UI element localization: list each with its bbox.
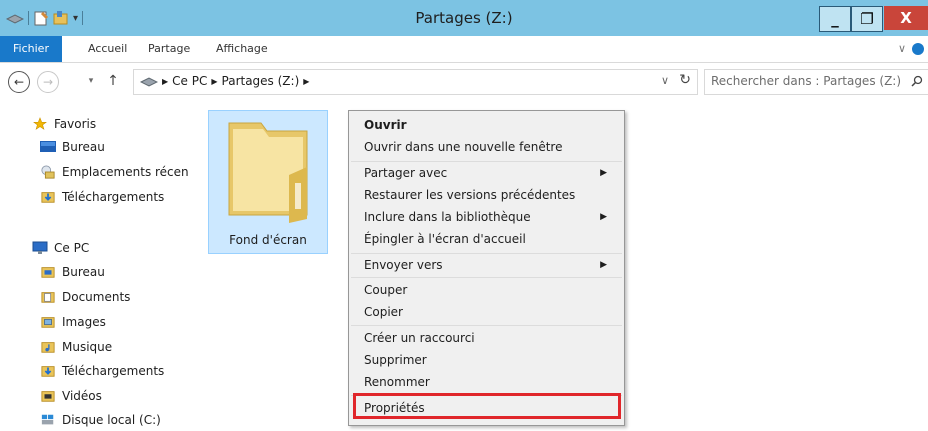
context-menu: Ouvrir Ouvrir dans une nouvelle fenêtre … xyxy=(348,110,625,426)
close-button[interactable]: X xyxy=(884,6,928,30)
menu-item-creer-raccourci[interactable]: Créer un raccourci xyxy=(364,327,475,349)
menu-item-restaurer-versions[interactable]: Restaurer les versions précédentes xyxy=(364,184,575,206)
nav-label: Emplacements récen xyxy=(62,165,189,179)
tab-accueil[interactable]: Accueil xyxy=(88,36,127,62)
breadcrumb-separator-icon[interactable]: ▶ xyxy=(211,77,217,86)
videos-folder-icon xyxy=(41,391,55,402)
nav-item-videos[interactable]: Vidéos xyxy=(40,385,102,407)
search-placeholder: Rechercher dans : Partages (Z:) xyxy=(711,74,902,88)
menu-item-label: Partager avec xyxy=(364,166,448,180)
folder-name: Fond d'écran xyxy=(229,233,307,247)
address-bar[interactable]: ▶ Ce PC ▶ Partages (Z:) ▶ ∨ ↻ xyxy=(133,69,698,95)
search-box[interactable]: Rechercher dans : Partages (Z:) xyxy=(704,69,928,95)
downloads-folder-icon xyxy=(41,366,55,377)
menu-item-epingler-accueil[interactable]: Épingler à l'écran d'accueil xyxy=(364,228,526,250)
tab-fichier[interactable]: Fichier xyxy=(0,36,62,62)
address-row: ← → ▾ ↑ ▶ Ce PC ▶ Partages (Z:) ▶ ∨ ↻ Re… xyxy=(0,63,928,101)
nav-label: Bureau xyxy=(62,265,105,279)
breadcrumb-separator-icon[interactable]: ▶ xyxy=(162,77,168,86)
nav-item-disque-local[interactable]: Disque local (C:) xyxy=(40,409,161,431)
search-icon[interactable] xyxy=(911,75,923,87)
ribbon: Fichier Accueil Partage Affichage ∨ xyxy=(0,36,928,63)
recent-locations-dropdown[interactable]: ▾ xyxy=(86,74,96,88)
menu-item-supprimer[interactable]: Supprimer xyxy=(364,349,427,371)
menu-item-label: Inclure dans la bibliothèque xyxy=(364,210,531,224)
menu-separator xyxy=(351,277,622,278)
nav-label: Ce PC xyxy=(54,241,90,255)
menu-item-renommer[interactable]: Renommer xyxy=(364,371,430,393)
nav-label: Disque local (C:) xyxy=(62,413,161,427)
breadcrumb-partages[interactable]: Partages (Z:) xyxy=(222,74,300,88)
nav-label: Musique xyxy=(62,340,113,354)
nav-item-ce-pc[interactable]: Ce PC xyxy=(32,237,89,259)
nav-item-bureau-pc[interactable]: Bureau xyxy=(40,261,105,283)
highlight-annotation xyxy=(353,393,621,419)
computer-icon xyxy=(32,241,48,254)
menu-item-couper[interactable]: Couper xyxy=(364,279,407,301)
nav-label: Documents xyxy=(62,290,131,304)
tab-affichage[interactable]: Affichage xyxy=(216,36,268,62)
nav-item-musique[interactable]: Musique xyxy=(40,336,112,358)
breadcrumb-ce-pc[interactable]: Ce PC xyxy=(172,74,207,88)
submenu-arrow-icon: ▶ xyxy=(600,168,607,178)
nav-item-emplacements-recents[interactable]: Emplacements récen xyxy=(40,161,189,183)
nav-label: Téléchargements xyxy=(62,190,165,204)
forward-arrow-icon: → xyxy=(42,75,54,89)
submenu-arrow-icon: ▶ xyxy=(600,212,607,222)
expand-ribbon-icon[interactable]: ∨ xyxy=(898,42,906,55)
menu-item-ouvrir-nouvelle-fenetre[interactable]: Ouvrir dans une nouvelle fenêtre xyxy=(364,136,562,158)
music-folder-icon xyxy=(41,342,55,353)
desktop-folder-icon xyxy=(41,267,55,278)
up-arrow-icon: ↑ xyxy=(107,73,119,89)
nav-label: Images xyxy=(62,315,106,329)
help-icon[interactable] xyxy=(912,42,924,55)
tab-partage[interactable]: Partage xyxy=(148,36,190,62)
address-dropdown-icon[interactable]: ∨ xyxy=(661,74,669,87)
forward-button[interactable]: → xyxy=(37,71,59,93)
up-button[interactable]: ↑ xyxy=(106,72,120,90)
navigation-pane: Favoris Bureau Emplacements récen Téléch… xyxy=(0,101,200,427)
recent-places-icon xyxy=(41,165,55,179)
windows-drive-icon xyxy=(41,414,54,425)
menu-item-envoyer-vers[interactable]: Envoyer vers ▶ xyxy=(364,254,619,276)
refresh-icon[interactable]: ↻ xyxy=(679,72,691,88)
nav-item-telechargements-pc[interactable]: Téléchargements xyxy=(40,360,164,382)
folder-icon xyxy=(228,122,308,223)
menu-separator xyxy=(351,325,622,326)
nav-item-bureau[interactable]: Bureau xyxy=(40,136,105,158)
title-bar: ▾ Partages (Z:) _ ❐ X xyxy=(0,0,928,36)
drive-icon xyxy=(140,77,158,87)
menu-item-inclure-bibliotheque[interactable]: Inclure dans la bibliothèque ▶ xyxy=(364,206,619,228)
back-arrow-icon: ← xyxy=(13,75,25,89)
nav-label: Favoris xyxy=(54,117,97,131)
star-icon xyxy=(33,117,47,130)
maximize-button[interactable]: ❐ xyxy=(851,6,883,32)
nav-item-images[interactable]: Images xyxy=(40,311,106,333)
nav-item-favoris[interactable]: Favoris xyxy=(32,113,96,135)
nav-item-documents[interactable]: Documents xyxy=(40,286,130,308)
back-button[interactable]: ← xyxy=(8,71,30,93)
pictures-folder-icon xyxy=(41,317,55,328)
desktop-icon xyxy=(40,141,56,152)
menu-item-partager-avec[interactable]: Partager avec ▶ xyxy=(364,162,619,184)
breadcrumb-separator-icon[interactable]: ▶ xyxy=(303,77,309,86)
folder-item[interactable]: Fond d'écran xyxy=(208,110,328,254)
window-title: Partages (Z:) xyxy=(415,9,513,27)
menu-item-ouvrir[interactable]: Ouvrir xyxy=(364,114,407,136)
nav-label: Vidéos xyxy=(62,389,102,403)
submenu-arrow-icon: ▶ xyxy=(600,260,607,270)
nav-label: Bureau xyxy=(62,140,105,154)
menu-item-label: Envoyer vers xyxy=(364,258,443,272)
downloads-folder-icon xyxy=(41,192,55,203)
minimize-button[interactable]: _ xyxy=(819,6,851,32)
nav-item-telechargements-fav[interactable]: Téléchargements xyxy=(40,186,164,208)
menu-item-copier[interactable]: Copier xyxy=(364,301,403,323)
nav-label: Téléchargements xyxy=(62,364,165,378)
documents-folder-icon xyxy=(41,292,55,303)
